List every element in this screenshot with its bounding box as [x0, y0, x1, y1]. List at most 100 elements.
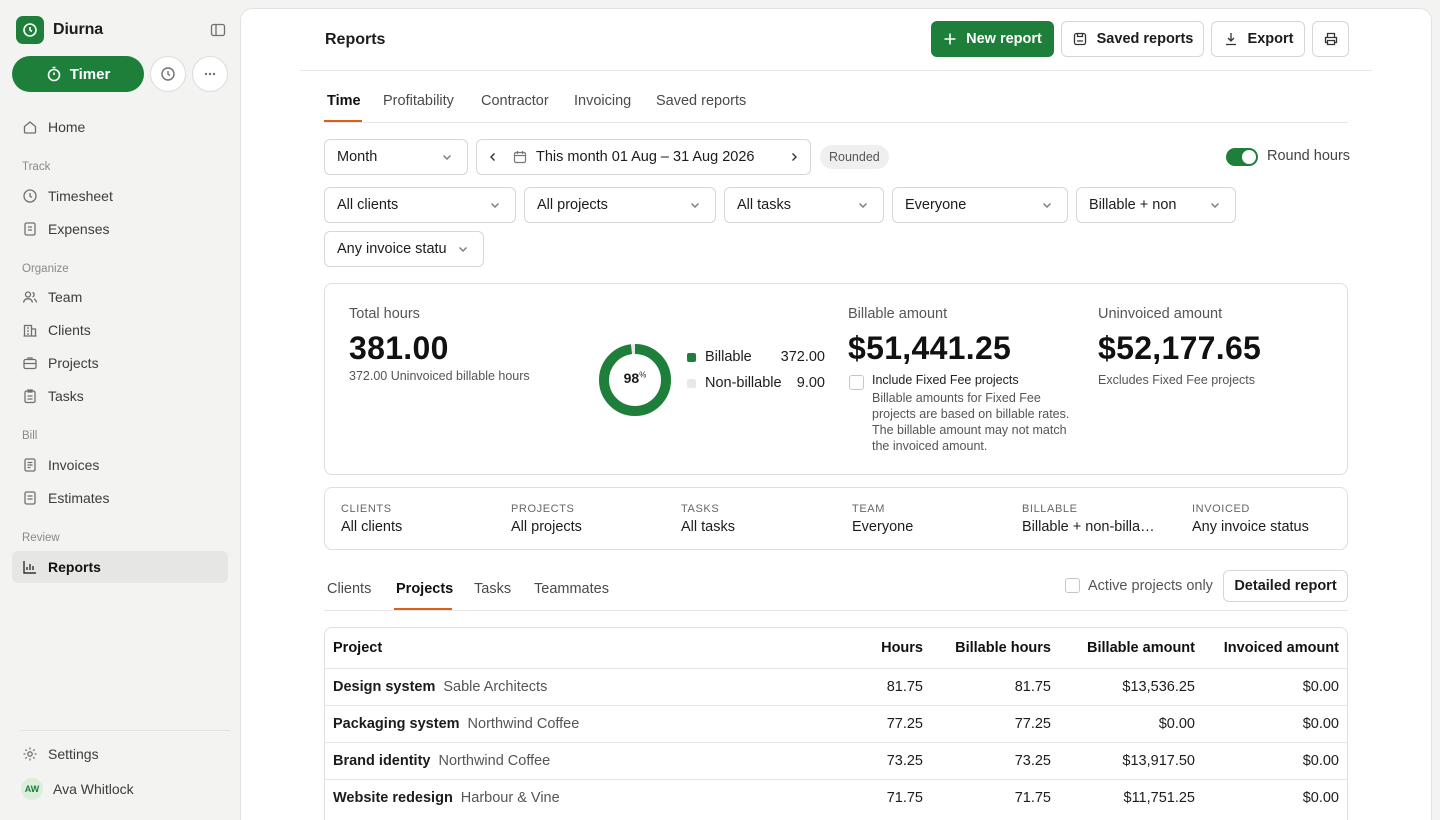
- filter-summary-label: TEAM: [852, 503, 885, 515]
- filter-summary: CLIENTS All clients PROJECTS All project…: [324, 487, 1348, 550]
- column-header-hours[interactable]: Hours: [821, 628, 931, 668]
- project-name[interactable]: Design system: [333, 679, 435, 695]
- tab-contractor[interactable]: Contractor: [481, 93, 549, 109]
- tab-time[interactable]: Time: [327, 93, 361, 109]
- table-row[interactable]: Website redesign Harbour & Vine 71.75 71.…: [325, 778, 1347, 816]
- filter-summary-team: TEAM Everyone: [852, 503, 988, 535]
- gear-icon: [23, 747, 37, 761]
- date-range-picker[interactable]: This month 01 Aug – 31 Aug 2026: [476, 139, 811, 175]
- total-hours-label: Total hours: [349, 306, 420, 322]
- history-button[interactable]: [150, 56, 186, 92]
- chevron-left-icon[interactable]: [487, 151, 499, 163]
- sidebar-item-timesheet[interactable]: Timesheet: [12, 180, 228, 212]
- uninvoiced-hours-note: 372.00 Uninvoiced billable hours: [349, 369, 530, 383]
- project-name[interactable]: Packaging system: [333, 716, 460, 732]
- tab-invoicing[interactable]: Invoicing: [574, 93, 631, 109]
- legend-item-billable: Billable 372.00: [687, 348, 825, 366]
- tab-clients[interactable]: Clients: [327, 581, 371, 597]
- billable-select[interactable]: Billable + non: [1076, 187, 1236, 223]
- project-name[interactable]: Website redesign: [333, 790, 453, 806]
- table-row[interactable]: Design system Sable Architects 81.75 81.7…: [325, 667, 1347, 705]
- saved-reports-label: Saved reports: [1096, 31, 1194, 47]
- sidebar-item-reports[interactable]: Reports: [12, 551, 228, 583]
- tasks-select[interactable]: All tasks: [724, 187, 884, 223]
- sidebar-item-home[interactable]: Home: [12, 111, 228, 143]
- uninvoiced-amount-value: $52,177.65: [1098, 330, 1262, 366]
- legend-swatch: [687, 352, 696, 362]
- active-projects-only-checkbox[interactable]: [1065, 578, 1080, 593]
- projects-table: Project Hours Billable hours Billable am…: [324, 627, 1348, 820]
- saved-reports-button[interactable]: Saved reports: [1061, 21, 1204, 57]
- printer-icon: [1324, 32, 1337, 46]
- date-range-value: This month 01 Aug – 31 Aug 2026: [536, 149, 755, 165]
- user-profile[interactable]: AW Ava Whitlock: [12, 773, 228, 805]
- team-icon: [22, 291, 38, 303]
- tab-saved-reports[interactable]: Saved reports: [656, 93, 746, 109]
- timer-button[interactable]: Timer: [12, 56, 144, 92]
- column-header-project[interactable]: Project: [325, 628, 821, 668]
- tab-teammates[interactable]: Teammates: [534, 581, 609, 597]
- detailed-report-button[interactable]: Detailed report: [1223, 570, 1348, 602]
- invoice-status-select[interactable]: Any invoice statu: [324, 231, 484, 267]
- column-header-billable-hours[interactable]: Billable hours: [931, 628, 1059, 668]
- table-row[interactable]: Packaging system Northwind Coffee 77.25 7…: [325, 704, 1347, 742]
- receipt-icon: [24, 222, 36, 236]
- include-fixed-fee-checkbox[interactable]: [849, 375, 864, 390]
- more-button[interactable]: [192, 56, 228, 92]
- project-name[interactable]: Brand identity: [333, 753, 430, 769]
- main-panel: Reports New report Saved reports Export …: [240, 8, 1432, 820]
- sidebar-item-label: Invoices: [48, 457, 100, 473]
- sidebar-toggle-icon[interactable]: [207, 20, 229, 40]
- calendar-icon: [513, 151, 527, 164]
- sidebar-item-label: Timesheet: [48, 188, 113, 204]
- sidebar-item-invoices[interactable]: Invoices: [12, 449, 228, 481]
- tab-tasks[interactable]: Tasks: [474, 581, 511, 597]
- filter-summary-label: CLIENTS: [341, 503, 392, 515]
- billable-amount-cell: $11,751.25: [1059, 778, 1203, 816]
- team-select[interactable]: Everyone: [892, 187, 1068, 223]
- print-button[interactable]: [1312, 21, 1349, 57]
- sidebar-item-team[interactable]: Team: [12, 281, 228, 313]
- column-header-billable-amount[interactable]: Billable amount: [1059, 628, 1203, 668]
- column-header-invoiced-amount[interactable]: Invoiced amount: [1203, 628, 1347, 668]
- uninvoiced-amount-label: Uninvoiced amount: [1098, 306, 1223, 322]
- table-row[interactable]: Brand identity Northwind Coffee 73.25 73.…: [325, 741, 1347, 779]
- billable-amount-cell: $0.00: [1059, 704, 1203, 742]
- new-report-button[interactable]: New report: [931, 21, 1054, 57]
- bar-chart-icon: [23, 561, 36, 574]
- sidebar-item-expenses[interactable]: Expenses: [12, 213, 228, 245]
- sidebar-item-estimates[interactable]: Estimates: [12, 482, 228, 514]
- clients-select[interactable]: All clients: [324, 187, 516, 223]
- period-select[interactable]: Month: [324, 139, 468, 175]
- sidebar-item-clients[interactable]: Clients: [12, 314, 228, 346]
- detailed-report-label: Detailed report: [1234, 578, 1337, 594]
- sidebar-item-tasks[interactable]: Tasks: [12, 380, 228, 412]
- sidebar-item-label: Estimates: [48, 490, 110, 506]
- period-value: Month: [337, 149, 378, 165]
- sidebar-item-projects[interactable]: Projects: [12, 347, 228, 379]
- projects-select[interactable]: All projects: [524, 187, 716, 223]
- section-bill: Bill: [22, 430, 38, 442]
- client-name: Northwind Coffee: [467, 715, 580, 732]
- hours-cell: 73.25: [821, 741, 931, 779]
- more-icon: [204, 72, 216, 76]
- stopwatch-icon: [47, 66, 61, 82]
- sidebar-item-label: Settings: [48, 746, 99, 762]
- tab-profitability[interactable]: Profitability: [383, 93, 454, 109]
- timer-label: Timer: [69, 65, 111, 83]
- section-review: Review: [22, 532, 60, 544]
- fixed-fee-note: Billable amounts for Fixed Fee projects …: [872, 391, 1070, 453]
- save-icon: [1073, 32, 1086, 46]
- tab-projects[interactable]: Projects: [396, 581, 453, 597]
- chevron-right-icon[interactable]: [788, 151, 800, 163]
- legend-swatch: [687, 378, 696, 388]
- sidebar-item-label: Clients: [48, 322, 91, 338]
- export-button[interactable]: Export: [1211, 21, 1305, 57]
- round-hours-toggle[interactable]: [1226, 148, 1258, 166]
- sidebar-item-settings[interactable]: Settings: [12, 738, 228, 770]
- brand[interactable]: Diurna: [16, 16, 103, 44]
- legend-value: 9.00: [796, 375, 825, 391]
- tabs-divider: [324, 122, 1348, 123]
- project-cell: Brand identity Northwind Coffee: [325, 741, 821, 779]
- summary-card: Total hours 381.00 372.00 Uninvoiced bil…: [324, 283, 1348, 475]
